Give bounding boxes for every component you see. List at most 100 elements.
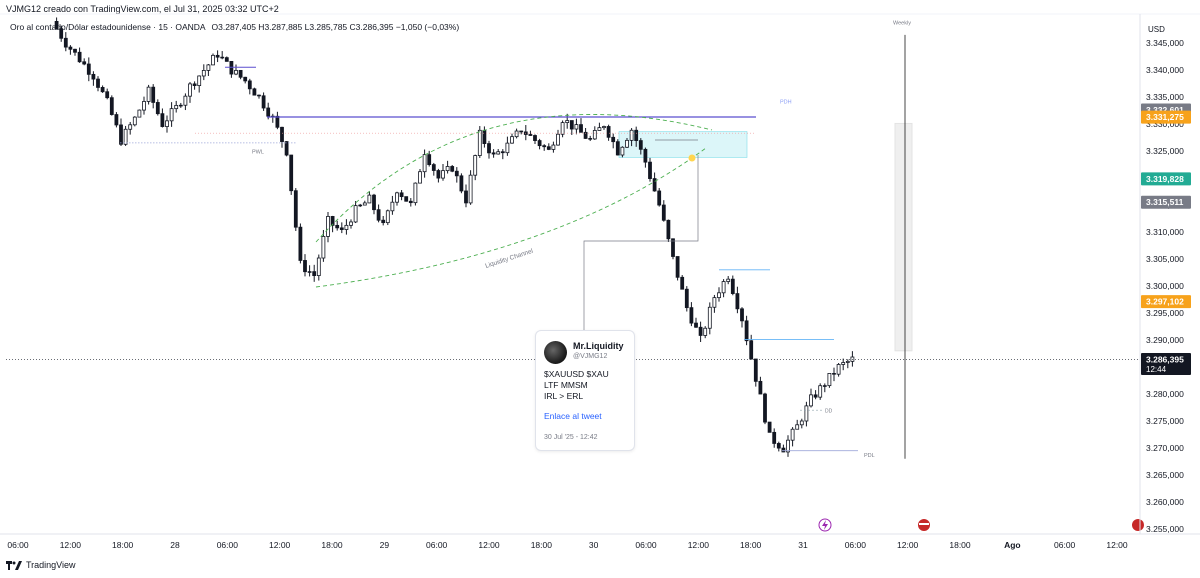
candle-body xyxy=(91,73,96,80)
candle-body xyxy=(376,209,381,221)
x-tick-label: 28 xyxy=(170,540,180,550)
candle-body xyxy=(312,271,317,277)
candle xyxy=(606,124,611,141)
candle xyxy=(174,100,179,113)
candle-body xyxy=(643,148,648,163)
candle xyxy=(753,358,758,387)
candle xyxy=(395,191,399,206)
candle xyxy=(588,135,593,142)
candle-body xyxy=(592,130,597,140)
candle xyxy=(132,116,137,127)
candle-body xyxy=(675,256,680,278)
candle-body xyxy=(243,76,248,82)
candle-body xyxy=(335,224,340,229)
candle xyxy=(114,112,119,128)
price-tag: 3.331,275 xyxy=(1141,110,1191,124)
candle-body xyxy=(707,306,712,329)
candle-body xyxy=(648,161,652,179)
candle xyxy=(73,48,77,56)
candle-body xyxy=(841,362,846,365)
candle-body xyxy=(155,102,160,115)
candle xyxy=(597,122,602,131)
candle xyxy=(339,222,344,234)
candle xyxy=(234,64,238,76)
candle xyxy=(560,120,565,138)
candle-body xyxy=(514,130,519,138)
candle-body xyxy=(146,86,151,102)
candle xyxy=(510,133,514,144)
candle-body xyxy=(698,326,703,336)
tweet-body: $XAUUSD $XAU LTF MMSM IRL > ERL xyxy=(544,369,609,402)
candle-body xyxy=(795,424,800,430)
tweet-author-handle: @VJMG12 xyxy=(573,353,608,360)
candle-body xyxy=(284,141,289,156)
candle-body xyxy=(408,200,413,204)
tweet-connector xyxy=(583,155,699,330)
candle-body xyxy=(362,202,367,206)
candle xyxy=(772,428,777,448)
candle-body xyxy=(744,320,749,342)
candle xyxy=(786,435,790,457)
candle xyxy=(850,351,855,367)
candle xyxy=(91,71,96,86)
candle-body xyxy=(293,190,298,228)
candle xyxy=(390,195,395,215)
price-tag: 3.297,102 xyxy=(1141,295,1191,309)
candle-body xyxy=(822,385,827,387)
candle-body xyxy=(625,139,629,148)
candle-body xyxy=(464,190,468,204)
tweet-line: LTF MMSM xyxy=(544,380,588,390)
candle-body xyxy=(510,136,514,144)
candle-body xyxy=(178,104,183,107)
pwl-label: PWL xyxy=(252,150,264,156)
candle-body xyxy=(735,293,740,310)
y-tick-label: 3.290,000 xyxy=(1146,335,1184,345)
candle xyxy=(579,118,583,133)
candle xyxy=(293,188,298,231)
candle-body xyxy=(597,127,602,131)
price-tag-text: 3.297,102 xyxy=(1146,297,1184,307)
price-tag-text: 3.315,511 xyxy=(1146,197,1184,207)
candle xyxy=(109,95,114,116)
price-chart[interactable]: PDH PWL PDL DD Weekly Liquidity Channel USD 3.… xyxy=(0,0,1200,578)
candle xyxy=(422,149,427,178)
candle xyxy=(459,173,464,194)
candle-body xyxy=(339,227,344,230)
candle-body xyxy=(174,104,179,110)
candle xyxy=(767,421,772,433)
candle xyxy=(749,334,754,360)
candle-body xyxy=(427,154,432,165)
y-tick-label: 3.295,000 xyxy=(1146,308,1184,318)
candle-body xyxy=(422,154,427,173)
y-tick-label: 3.260,000 xyxy=(1146,497,1184,507)
candle-body xyxy=(381,219,386,224)
candle xyxy=(431,162,436,176)
candle-body xyxy=(114,114,119,126)
footer-brand[interactable]: TradingView xyxy=(6,560,76,570)
weekly-label: Weekly xyxy=(893,21,911,27)
candle-body xyxy=(220,56,225,59)
candle-body xyxy=(749,340,754,360)
candle xyxy=(408,198,413,207)
candle-body xyxy=(188,83,192,97)
annotation-zones xyxy=(618,122,913,352)
candle-body xyxy=(836,364,841,375)
candle xyxy=(468,170,473,205)
order-block-zone xyxy=(618,131,748,158)
candle-body xyxy=(542,145,547,148)
candle-body xyxy=(776,443,781,449)
candle xyxy=(813,390,818,400)
candle xyxy=(155,99,160,116)
candle xyxy=(556,129,560,146)
candle xyxy=(763,392,767,425)
tweet-card[interactable]: Mr.Liquidity @VJMG12 $XAUUSD $XAU LTF MM… xyxy=(535,330,635,451)
candle xyxy=(809,388,813,408)
candle-body xyxy=(367,194,372,204)
tweet-link[interactable]: Enlace al tweet xyxy=(544,411,602,421)
candle xyxy=(519,130,524,135)
x-tick-label: 31 xyxy=(798,540,808,550)
candlestick-series xyxy=(54,17,855,457)
candle xyxy=(680,275,685,290)
candle xyxy=(799,418,804,429)
candle-body xyxy=(804,405,809,422)
